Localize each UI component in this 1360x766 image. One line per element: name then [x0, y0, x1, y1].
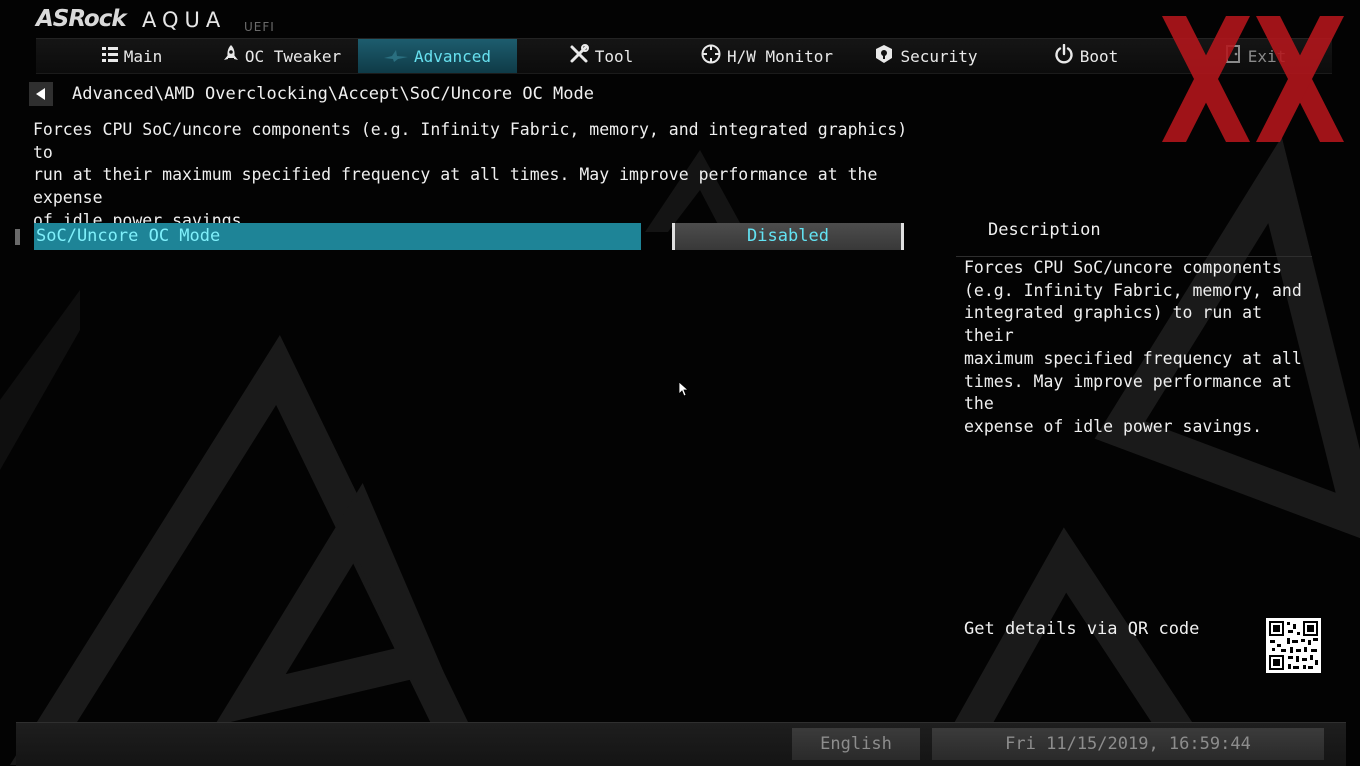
breadcrumb: Advanced\AMD Overclocking\Accept\SoC/Unc…: [72, 84, 594, 104]
shield-icon: [874, 44, 894, 68]
tab-advanced[interactable]: Advanced: [358, 39, 517, 73]
tab-tool[interactable]: Tool: [536, 39, 666, 73]
tab-oc-tweaker-label: OC Tweaker: [244, 46, 342, 66]
tab-oc-tweaker[interactable]: OC Tweaker: [212, 39, 352, 73]
datetime-display: Fri 11/15/2019, 16:59:44: [932, 728, 1324, 760]
option-soc-uncore-oc-mode[interactable]: SoC/Uncore OC Mode: [34, 223, 641, 250]
tab-main[interactable]: Main: [72, 39, 192, 73]
description-text: Forces CPU SoC/uncore components (e.g. I…: [964, 258, 1302, 436]
shark-icon: [383, 47, 408, 66]
logo-product: AQUA: [142, 8, 227, 32]
logo-brand: ASRock: [36, 6, 127, 32]
tab-advanced-label: Advanced: [413, 46, 492, 66]
xx-watermark-logo: [1162, 16, 1344, 142]
list-icon: [101, 46, 118, 66]
mouse-cursor-icon: [679, 382, 689, 397]
tab-boot[interactable]: Boot: [1036, 39, 1136, 73]
tools-icon: [569, 44, 589, 68]
setting-help-text: Forces CPU SoC/uncore components (e.g. I…: [33, 120, 908, 230]
crosshair-icon: [701, 44, 721, 68]
rocket-icon: [223, 45, 239, 67]
tab-hw-monitor[interactable]: H/W Monitor: [692, 39, 842, 73]
description-heading: Description: [988, 220, 1101, 240]
triangle-left-icon: [36, 85, 46, 104]
language-button[interactable]: English: [792, 728, 920, 760]
qr-code-icon: [1266, 618, 1321, 673]
tab-main-label: Main: [123, 46, 163, 66]
option-value-dropdown[interactable]: Disabled: [672, 223, 904, 250]
tab-boot-label: Boot: [1079, 46, 1119, 66]
tab-security-label: Security: [900, 46, 978, 66]
row-scroll-marker: [15, 229, 20, 245]
power-icon: [1054, 43, 1074, 68]
tab-hw-monitor-label: H/W Monitor: [727, 46, 833, 66]
tab-tool-label: Tool: [594, 46, 634, 66]
back-button[interactable]: [29, 82, 53, 106]
tab-security[interactable]: Security: [866, 39, 986, 73]
logo-uefi: UEFI: [244, 20, 275, 34]
top-tab-bar: Main OC Tweaker Advanced Tool H/W Monito…: [36, 38, 1332, 74]
qr-label: Get details via QR code: [964, 619, 1200, 639]
